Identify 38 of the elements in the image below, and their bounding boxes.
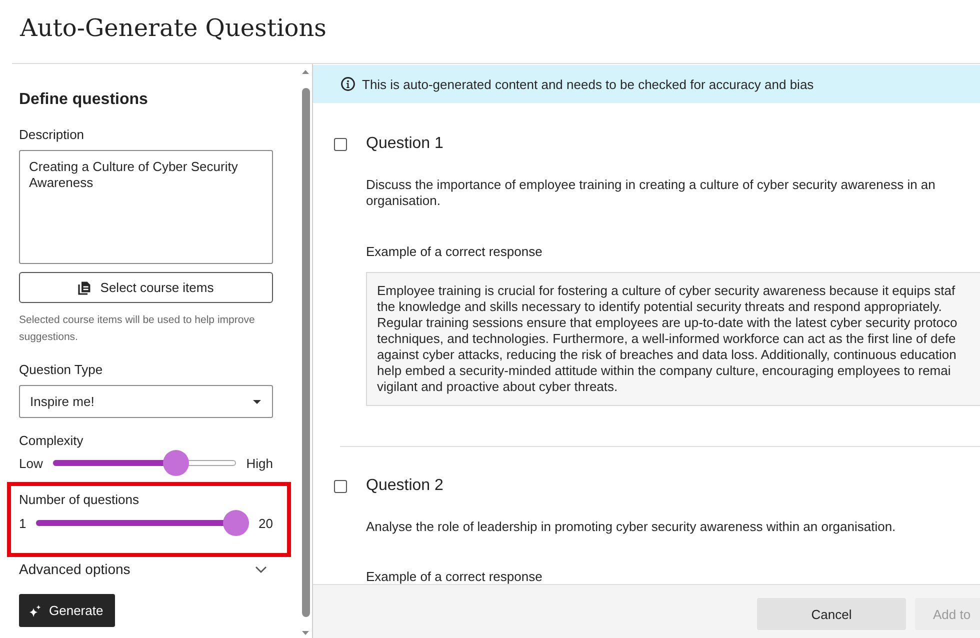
page-title: Auto-Generate Questions [20,14,326,42]
slider-min-label: 1 [19,516,26,530]
question-title: Question 2 [366,476,444,496]
scroll-up-icon[interactable] [302,70,309,74]
question-checkbox[interactable] [334,480,347,492]
info-icon [341,77,355,91]
slider-max-label: High [246,456,273,470]
answer-label: Example of a correct response [366,244,544,260]
question-text: Analyse the role of leadership in promoting cyber security awareness within an organisation. [366,519,897,535]
slider-label: Complexity [19,432,84,450]
footer-button[interactable]: Cancel [757,598,906,630]
scroll-down-icon[interactable] [302,631,309,635]
description-field[interactable]: Creating a Culture of Cyber Security Awareness [19,150,273,264]
slider-label: Number of questions [19,491,140,509]
generate-button[interactable]: Generate [19,594,115,627]
question-type-select[interactable]: Inspire me! [19,385,273,418]
notice-text: This is auto-generated content and needs to be checked for accuracy and bias [362,76,814,92]
slider-track[interactable] [36,510,249,536]
slider-max-label: 20 [258,516,273,530]
field-label: Description [19,126,86,144]
question-title: Question 1 [366,134,444,154]
question-text: Discuss the importance of employee training in creating a culture of cyber security awareness in an organisation. [366,177,936,209]
document-icon [78,280,92,294]
slider-thumb[interactable] [163,450,190,476]
question-checkbox[interactable] [334,138,347,150]
field-label: Question Type [19,361,104,379]
advanced-options-toggle[interactable]: Advanced options [19,560,273,578]
sparkle-icon [29,604,41,616]
helper-text: Selected course items will be used to help improve suggestions. [19,313,256,345]
slider-thumb[interactable] [222,510,249,536]
slider-min-label: Low [19,456,43,470]
select-course-items-button[interactable]: Select course items [19,272,273,303]
sample-answer: Employee training is crucial for fostering a culture of cyber security awareness because it equips staf the knowledge and skills necessary to identify potential security threats and respond appropriately. Regular training sessions ensure that employees are up-to-date with the latest cyber security protoco techniques, and technologies. Furthermore, a well-informed workforce can act as the first line of defe against cyber attacks, reducing the risk of breaches and data loss. Additionally, continuous education help embed a security-minded attitude within the company culture, encouraging employees to remai vigilant and proactive about cyber threats. [366,272,980,406]
scrollbar-thumb[interactable] [302,88,310,617]
slider-track[interactable] [52,450,236,476]
panel-heading: Define questions [19,90,149,110]
caret-icon [253,400,261,404]
answer-label: Example of a correct response [366,569,544,584]
